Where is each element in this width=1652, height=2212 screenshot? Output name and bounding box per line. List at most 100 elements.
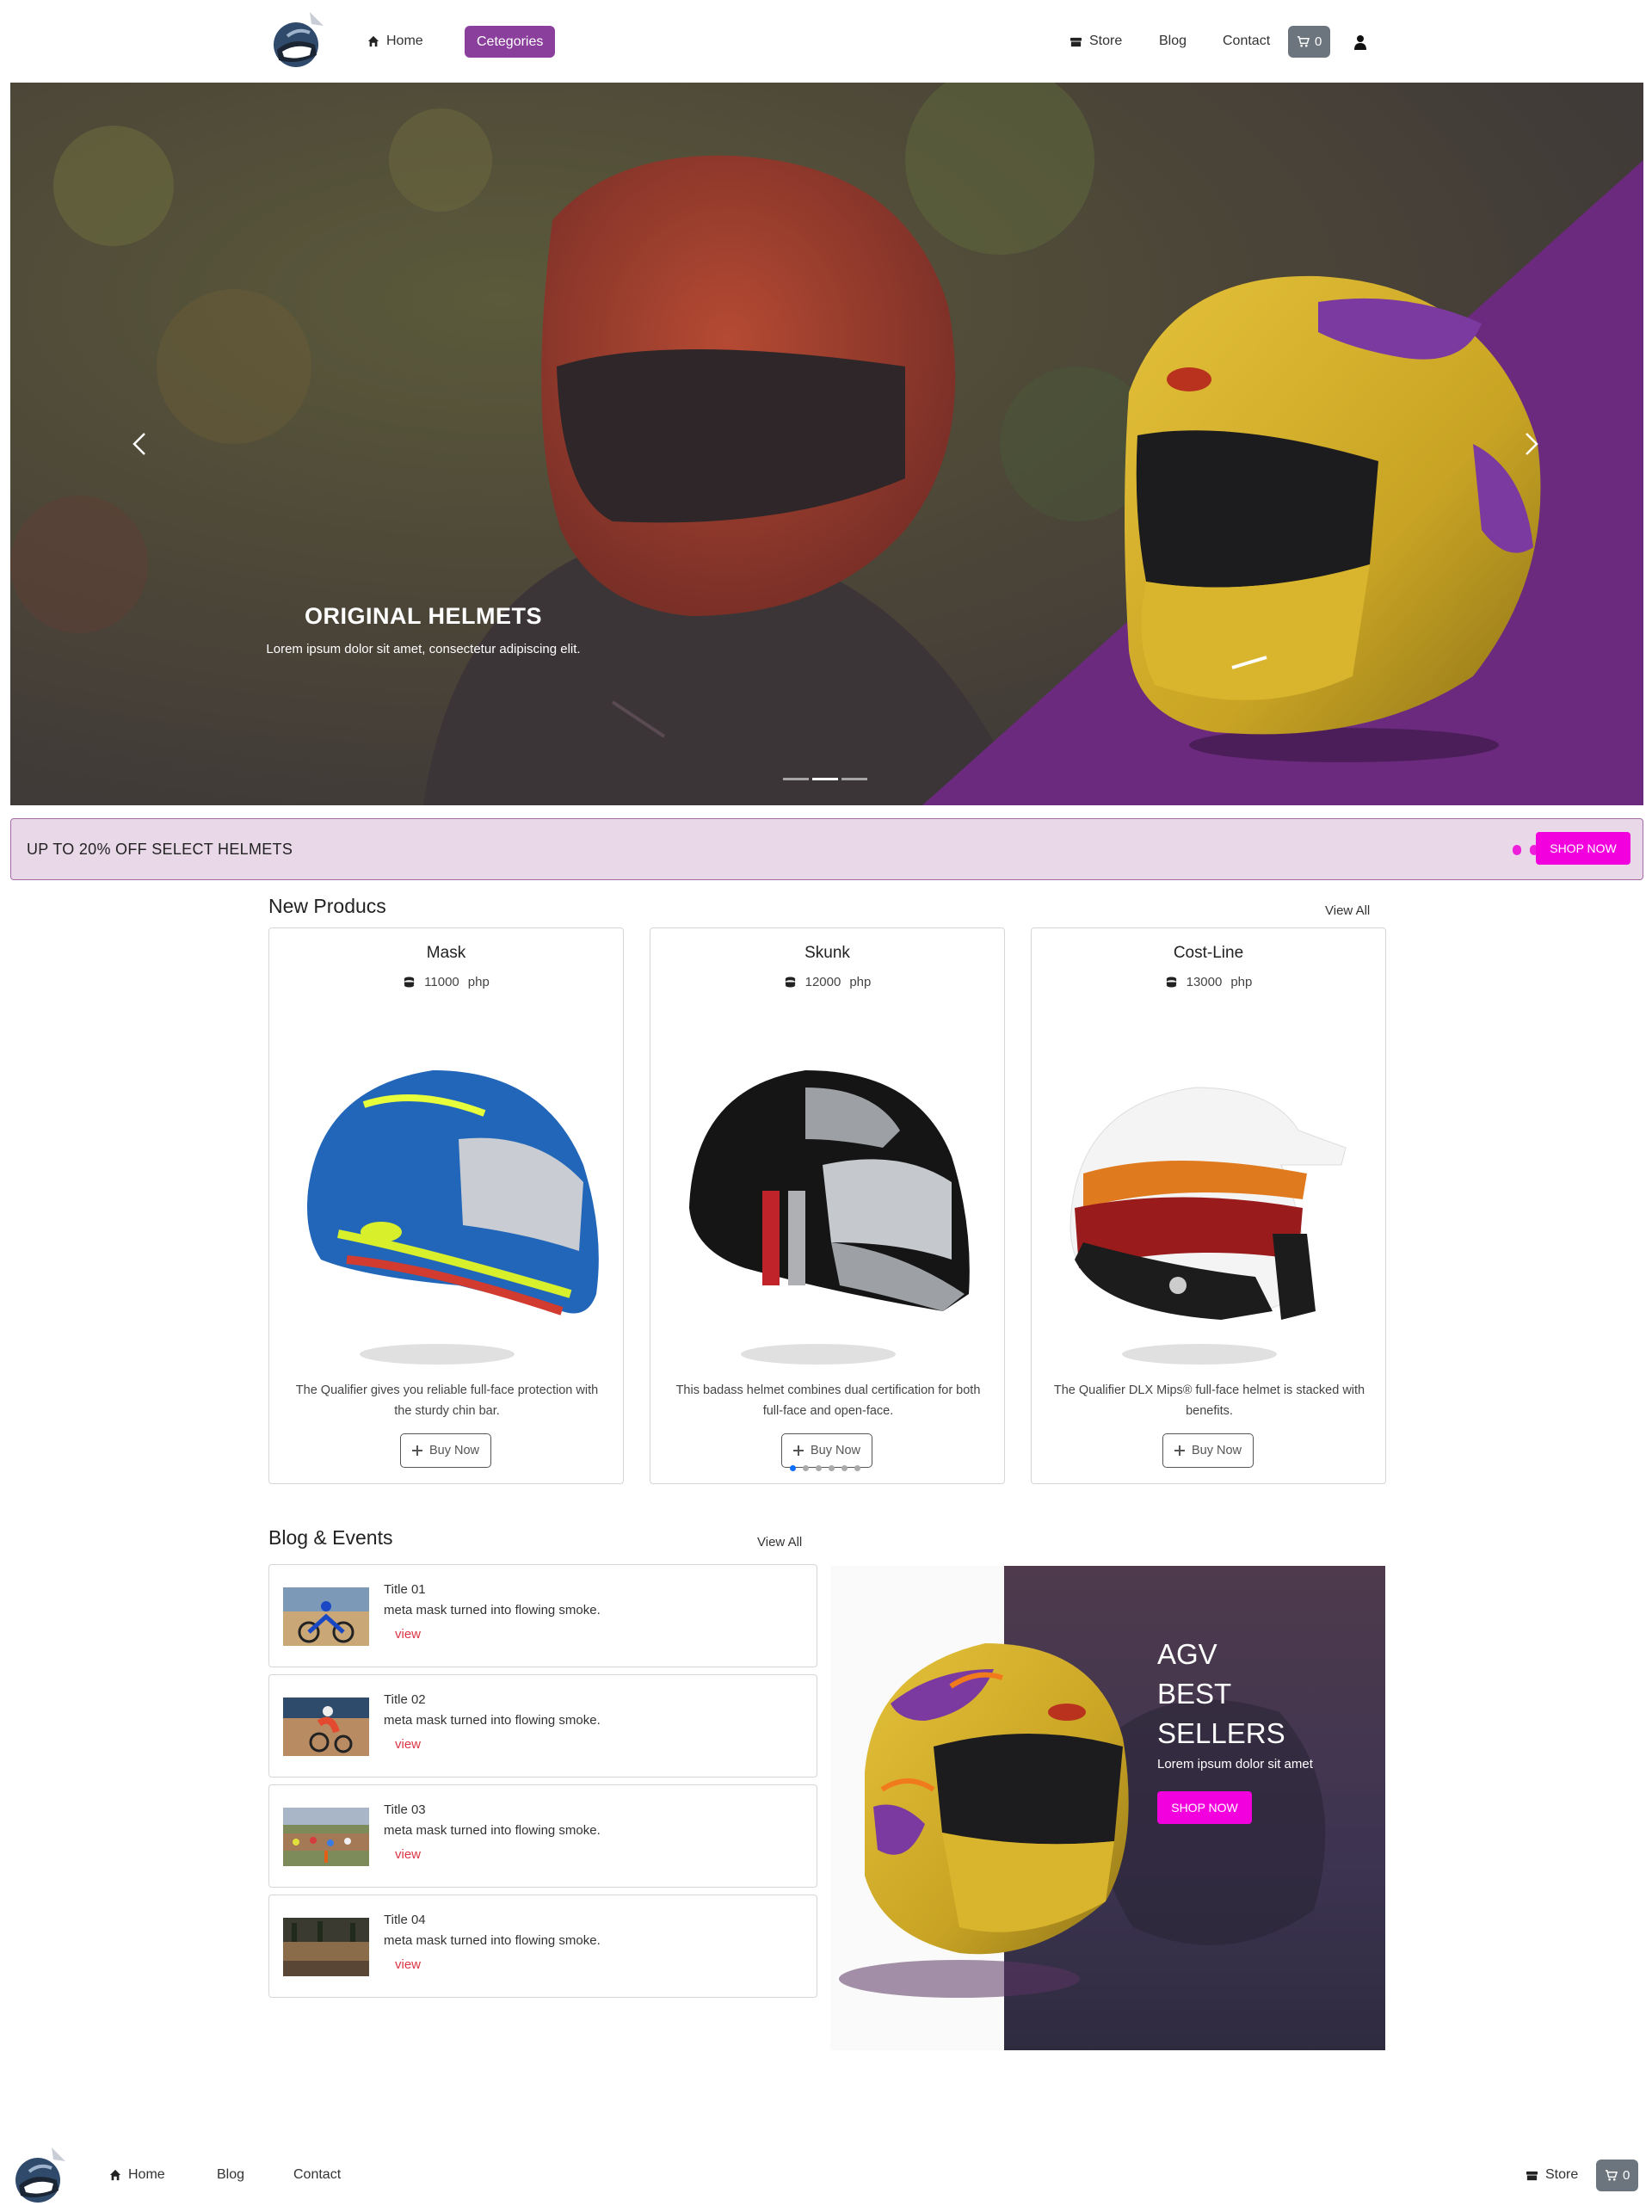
products-dot-2[interactable] xyxy=(803,1465,809,1471)
products-dot-4[interactable] xyxy=(829,1465,835,1471)
footer-cart-count: 0 xyxy=(1623,2168,1630,2183)
plus-icon xyxy=(411,1445,422,1456)
blog-item-title: Title 04 xyxy=(384,1913,426,1927)
cart-count: 0 xyxy=(1315,34,1322,49)
product-price-value: 13000 xyxy=(1186,975,1223,989)
buy-now-button[interactable]: Buy Now xyxy=(781,1433,872,1468)
product-price-value: 12000 xyxy=(804,975,841,989)
product-name: Mask xyxy=(426,944,466,962)
product-image-skunk-helmet xyxy=(689,1070,970,1365)
product-card: Skunk 12000 php This badass helmet combi… xyxy=(650,927,1005,1484)
carousel-prev-arrow-icon[interactable] xyxy=(127,427,153,461)
footer-navbar: Home Blog Contact Store 0 xyxy=(0,2142,1652,2212)
nav-blog-link[interactable]: Blog xyxy=(1159,26,1187,57)
brand-logo[interactable] xyxy=(267,10,329,72)
nav-categories-button[interactable]: Cetegories xyxy=(465,26,556,58)
promo-banner: UP TO 20% OFF SELECT HELMETS SHOP NOW xyxy=(10,818,1643,880)
blog-item-description: meta mask turned into flowing smoke. xyxy=(384,1713,601,1728)
product-image-cost-line-helmet xyxy=(1069,1087,1347,1365)
hero-title: ORIGINAL HELMETS xyxy=(304,603,542,629)
promo-dot-1[interactable] xyxy=(1513,845,1521,855)
footer-contact-link[interactable]: Contact xyxy=(293,2160,341,2190)
agv-subtitle: Lorem ipsum dolor sit amet xyxy=(1157,1757,1313,1771)
blog-item-view-link[interactable]: view xyxy=(395,1847,421,1862)
products-carousel-dots xyxy=(790,1465,860,1471)
footer-blog-link[interactable]: Blog xyxy=(217,2160,244,2190)
footer-cart-button[interactable]: 0 xyxy=(1596,2160,1639,2191)
products-dot-3[interactable] xyxy=(816,1465,822,1471)
nav-store-link[interactable]: Store xyxy=(1069,26,1122,57)
blog-thumbnail-race-start xyxy=(283,1808,369,1866)
products-section-title: New Producs xyxy=(268,895,386,917)
carousel-indicator-1[interactable] xyxy=(783,778,809,780)
blog-item-view-link[interactable]: view xyxy=(395,1627,421,1642)
blog-item-description: meta mask turned into flowing smoke. xyxy=(384,1603,601,1617)
product-price: 13000 php xyxy=(1032,975,1385,989)
hero-background-image xyxy=(10,83,1643,805)
agv-title-line-1: AGV xyxy=(1157,1638,1217,1670)
blog-item-title: Title 01 xyxy=(384,1582,426,1597)
blog-item: Title 02 meta mask turned into flowing s… xyxy=(268,1674,817,1778)
nav-home-link[interactable]: Home xyxy=(367,26,423,57)
home-icon xyxy=(109,2169,121,2181)
carousel-indicator-3[interactable] xyxy=(841,778,867,780)
footer-brand-logo[interactable] xyxy=(9,2146,71,2208)
nav-contact-link[interactable]: Contact xyxy=(1223,26,1270,57)
nav-store-label: Store xyxy=(1089,34,1123,48)
home-icon xyxy=(367,35,379,47)
blog-item-title: Title 02 xyxy=(384,1692,426,1707)
blog-item-view-link[interactable]: view xyxy=(395,1957,421,1972)
hero-carousel: ORIGINAL HELMETS Lorem ipsum dolor sit a… xyxy=(10,83,1643,805)
footer-home-link[interactable]: Home xyxy=(109,2160,165,2190)
product-price: 12000 php xyxy=(650,975,1004,989)
nav-blog-label: Blog xyxy=(1159,34,1187,48)
agv-title-line-2: BEST xyxy=(1157,1678,1232,1710)
blog-thumbnail-dirt-bike xyxy=(283,1587,369,1646)
blog-item-view-link[interactable]: view xyxy=(395,1737,421,1752)
cart-icon xyxy=(1605,2169,1618,2182)
promo-shop-now-button[interactable]: SHOP NOW xyxy=(1536,832,1630,865)
agv-shop-now-button[interactable]: SHOP NOW xyxy=(1157,1791,1252,1824)
blog-item: Title 03 meta mask turned into flowing s… xyxy=(268,1784,817,1888)
promo-dots xyxy=(1513,845,1538,855)
nav-home-label: Home xyxy=(386,34,423,48)
agv-title-line-3: SELLERS xyxy=(1157,1717,1285,1749)
buy-now-button[interactable]: Buy Now xyxy=(400,1433,491,1468)
footer-store-link[interactable]: Store xyxy=(1526,2160,1578,2190)
blog-view-all-link[interactable]: View All xyxy=(757,1535,802,1550)
products-view-all-link[interactable]: View All xyxy=(1325,903,1370,918)
coins-icon xyxy=(784,976,797,989)
product-image-mask-helmet xyxy=(307,1070,599,1365)
cart-icon xyxy=(1297,35,1310,48)
buy-now-label: Buy Now xyxy=(1191,1444,1242,1457)
product-description: The Qualifier DLX Mips® full-face helmet… xyxy=(1053,1383,1365,1418)
products-dot-1[interactable] xyxy=(790,1465,796,1471)
carousel-indicators xyxy=(783,778,867,780)
carousel-next-arrow-icon[interactable] xyxy=(1518,427,1544,461)
coins-icon xyxy=(403,976,416,989)
store-icon xyxy=(1526,2169,1538,2182)
product-price-value: 11000 xyxy=(424,975,459,989)
user-icon[interactable] xyxy=(1353,34,1367,50)
plus-icon xyxy=(1174,1445,1185,1456)
footer-contact-label: Contact xyxy=(293,2167,342,2182)
blog-item: Title 04 meta mask turned into flowing s… xyxy=(268,1895,817,1998)
products-dot-6[interactable] xyxy=(854,1465,860,1471)
agv-helmet-image xyxy=(839,1643,1129,1998)
plus-icon xyxy=(792,1445,804,1456)
blog-item-description: meta mask turned into flowing smoke. xyxy=(384,1933,601,1948)
buy-now-button[interactable]: Buy Now xyxy=(1162,1433,1254,1468)
blog-thumbnail-track xyxy=(283,1918,369,1976)
cart-button[interactable]: 0 xyxy=(1288,26,1331,58)
blog-item-title: Title 03 xyxy=(384,1802,426,1817)
store-icon xyxy=(1069,35,1082,48)
footer-blog-label: Blog xyxy=(217,2167,245,2182)
product-description: The Qualifier gives you reliable full-fa… xyxy=(295,1383,599,1418)
carousel-indicator-2[interactable] xyxy=(812,778,838,780)
blog-thumbnail-rider xyxy=(283,1698,369,1756)
product-price: 11000 php xyxy=(269,975,623,989)
coins-icon xyxy=(1165,976,1178,989)
blog-item-description: meta mask turned into flowing smoke. xyxy=(384,1823,601,1838)
nav-contact-label: Contact xyxy=(1223,34,1271,48)
products-dot-5[interactable] xyxy=(841,1465,848,1471)
